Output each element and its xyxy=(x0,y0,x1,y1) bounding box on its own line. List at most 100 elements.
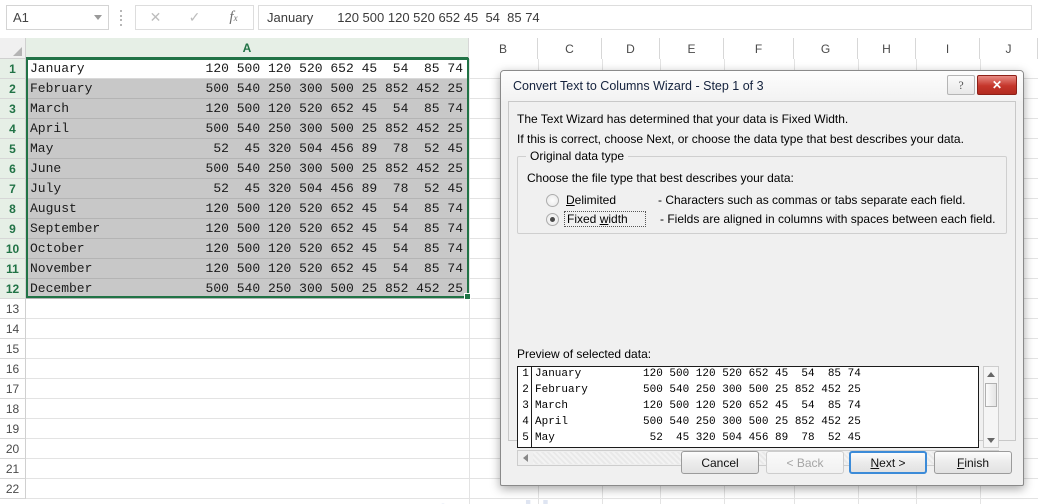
dialog-body: The Text Wizard has determined that your… xyxy=(508,101,1016,466)
column-header-c[interactable]: C xyxy=(538,38,602,59)
preview-row: 2 February 500 540 250 300 500 25 852 452 … xyxy=(518,384,978,400)
close-x-icon: ✕ xyxy=(991,78,1003,92)
row-header-11[interactable]: 11 xyxy=(0,259,26,279)
preview-label: Preview of selected data: xyxy=(517,347,652,361)
cell-month-text: December xyxy=(30,281,93,296)
help-button[interactable]: ? xyxy=(947,75,975,95)
preview-row-number: 4 xyxy=(522,416,529,428)
radio-option-fixed-width[interactable]: Fixed width - Fields are aligned in colu… xyxy=(546,211,996,227)
preview-month-text: April xyxy=(535,416,569,428)
enter-check-icon[interactable]: ✓ xyxy=(175,6,214,29)
cell-a3[interactable]: March 120 500 120 520 652 45 54 85 74 xyxy=(26,99,468,119)
cell-numbers-text: 52 45 320 504 456 89 78 52 45 xyxy=(205,141,463,156)
next-button[interactable]: Next > xyxy=(849,451,927,474)
row-header-12[interactable]: 12 xyxy=(0,279,26,299)
column-header-i[interactable]: I xyxy=(916,38,980,59)
cell-a7[interactable]: July 52 45 320 504 456 89 78 52 45 xyxy=(26,179,468,199)
cell-month-text: October xyxy=(30,241,85,256)
cell-month-text: November xyxy=(30,261,93,276)
column-header-d[interactable]: D xyxy=(602,38,660,59)
column-header-j[interactable]: J xyxy=(980,38,1038,59)
cell-a5[interactable]: May 52 45 320 504 456 89 78 52 45 xyxy=(26,139,468,159)
row-header-15[interactable]: 15 xyxy=(0,339,26,359)
row-header-16[interactable]: 16 xyxy=(0,359,26,379)
row-header-5[interactable]: 5 xyxy=(0,139,26,159)
cell-numbers-text: 500 540 250 300 500 25 852 452 25 xyxy=(205,161,463,176)
cell-a6[interactable]: June 500 540 250 300 500 25 852 452 25 xyxy=(26,159,468,179)
row-header-22[interactable]: 22 xyxy=(0,479,26,499)
select-all-corner-icon[interactable] xyxy=(0,38,26,59)
formula-action-buttons: ✕ ✓ fx xyxy=(135,5,254,30)
row-header-10[interactable]: 10 xyxy=(0,239,26,259)
column-header-g[interactable]: G xyxy=(794,38,858,59)
row-header-2[interactable]: 2 xyxy=(0,79,26,99)
insert-function-fx-icon[interactable]: fx xyxy=(214,6,253,29)
cell-numbers-text: 52 45 320 504 456 89 78 52 45 xyxy=(205,181,463,196)
row-header-4[interactable]: 4 xyxy=(0,119,26,139)
radio-delimited-icon[interactable] xyxy=(546,193,559,207)
preview-row: 3 March 120 500 120 520 652 45 54 85 74 xyxy=(518,400,978,416)
radio-option-delimited[interactable]: Delimited - Characters such as commas or… xyxy=(546,193,965,207)
row-header-19[interactable]: 19 xyxy=(0,419,26,439)
cell-a1[interactable]: January 120 500 120 520 652 45 54 85 74 xyxy=(26,59,468,79)
close-button[interactable]: ✕ xyxy=(977,75,1017,95)
column-header-f[interactable]: F xyxy=(724,38,794,59)
name-box[interactable]: A1 xyxy=(6,5,109,30)
cell-numbers-text: 120 500 120 520 652 45 54 85 74 xyxy=(205,101,463,116)
row-header-21[interactable]: 21 xyxy=(0,459,26,479)
row-header-6[interactable]: 6 xyxy=(0,159,26,179)
cell-numbers-text: 120 500 120 520 652 45 54 85 74 xyxy=(205,241,463,256)
cell-numbers-text: 500 540 250 300 500 25 852 452 25 xyxy=(205,81,463,96)
row-header-8[interactable]: 8 xyxy=(0,199,26,219)
row-header-1[interactable]: 1 xyxy=(0,59,26,79)
cell-a9[interactable]: September 120 500 120 520 652 45 54 85 74 xyxy=(26,219,468,239)
row-header-3[interactable]: 3 xyxy=(0,99,26,119)
column-header-a[interactable]: A xyxy=(26,38,469,59)
column-header-e[interactable]: E xyxy=(660,38,724,59)
finish-button[interactable]: Finish xyxy=(934,451,1012,474)
chevron-down-icon[interactable] xyxy=(94,15,102,20)
vertical-scroll-thumb[interactable] xyxy=(985,383,997,407)
formula-input[interactable]: January 120 500 120 520 652 45 54 85 74 xyxy=(258,5,1032,30)
cell-month-text: May xyxy=(30,141,54,156)
preview-row: 1 January 120 500 120 520 652 45 54 85 74 xyxy=(518,368,978,384)
row-header-7[interactable]: 7 xyxy=(0,179,26,199)
radio-fixed-width-label: Fixed width xyxy=(564,211,646,227)
cell-a4[interactable]: April 500 540 250 300 500 25 852 452 25 xyxy=(26,119,468,139)
row-header-18[interactable]: 18 xyxy=(0,399,26,419)
radio-delimited-description: - Characters such as commas or tabs sepa… xyxy=(658,193,966,207)
cancel-button[interactable]: Cancel xyxy=(681,451,759,474)
cell-a12[interactable]: December 500 540 250 300 500 25 852 452 2… xyxy=(26,279,468,299)
preview-numbers-text: 500 540 250 300 500 25 852 452 25 xyxy=(643,384,861,396)
cancel-x-icon[interactable]: ✕ xyxy=(136,6,175,29)
preview-vertical-scrollbar[interactable] xyxy=(983,366,999,448)
cell-a2[interactable]: February 500 540 250 300 500 25 852 452 2… xyxy=(26,79,468,99)
row-header-13[interactable]: 13 xyxy=(0,299,26,319)
cell-month-text: January xyxy=(30,61,85,76)
row-header-9[interactable]: 9 xyxy=(0,219,26,239)
preview-pane[interactable]: 1 January 120 500 120 520 652 45 54 85 74 2… xyxy=(517,366,979,448)
fill-handle-icon[interactable] xyxy=(464,293,471,300)
radio-fixed-width-icon[interactable] xyxy=(546,212,559,226)
group-legend: Original data type xyxy=(526,149,629,163)
row-header-14[interactable]: 14 xyxy=(0,319,26,339)
question-mark-icon: ? xyxy=(958,77,964,92)
cell-a11[interactable]: November 120 500 120 520 652 45 54 85 74 xyxy=(26,259,468,279)
cell-a8[interactable]: August 120 500 120 520 652 45 54 85 74 xyxy=(26,199,468,219)
row-header-20[interactable]: 20 xyxy=(0,439,26,459)
cell-a10[interactable]: October 120 500 120 520 652 45 54 85 74 xyxy=(26,239,468,259)
name-box-value: A1 xyxy=(13,10,29,25)
dialog-title-bar[interactable]: Convert Text to Columns Wizard - Step 1 … xyxy=(501,71,1023,101)
preview-numbers-text: 500 540 250 300 500 25 852 452 25 xyxy=(643,416,861,428)
dialog-title: Convert Text to Columns Wizard - Step 1 … xyxy=(513,79,764,93)
column-header-h[interactable]: H xyxy=(858,38,916,59)
scroll-up-arrow-icon[interactable] xyxy=(984,367,998,381)
column-header-b[interactable]: B xyxy=(469,38,538,59)
cell-month-text: February xyxy=(30,81,93,96)
wizard-message-line2: If this is correct, choose Next, or choo… xyxy=(517,132,964,146)
text-to-columns-wizard-dialog: Convert Text to Columns Wizard - Step 1 … xyxy=(500,70,1024,486)
preview-row-number: 3 xyxy=(522,400,529,412)
wizard-message-line1: The Text Wizard has determined that your… xyxy=(517,112,849,126)
row-header-17[interactable]: 17 xyxy=(0,379,26,399)
cell-numbers-text: 120 500 120 520 652 45 54 85 74 xyxy=(205,221,463,236)
